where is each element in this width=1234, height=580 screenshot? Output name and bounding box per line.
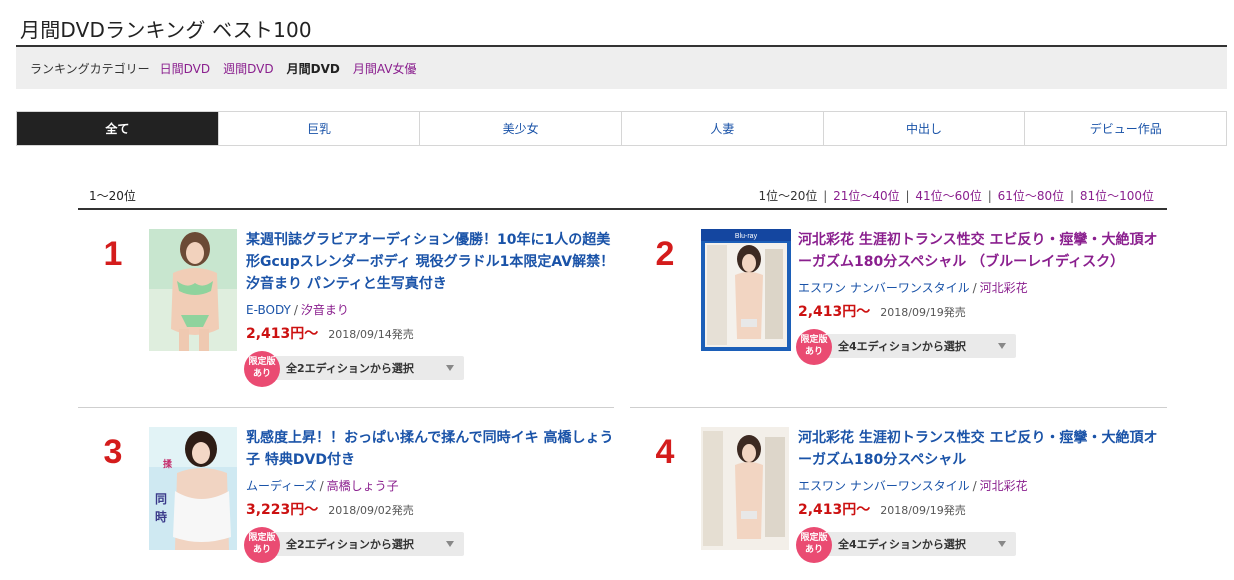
ranking-item-3: 3 揉 同 時 乳感度上昇！！おっぱい揉んで揉んで同時イキ 高橋しょう子 特典D… bbox=[78, 427, 618, 580]
rank-number: 3 bbox=[103, 433, 123, 471]
pager-separator: | bbox=[905, 189, 910, 203]
limited-edition-badge: 限定版 あり bbox=[244, 351, 280, 387]
release-date: 2018/09/19発売 bbox=[880, 306, 966, 319]
price: 2,413円〜 bbox=[798, 502, 871, 518]
maker-link[interactable]: エスワン ナンバーワンスタイル bbox=[798, 479, 970, 493]
limited-edition-badge: 限定版 あり bbox=[796, 527, 832, 563]
pager-separator: | bbox=[987, 189, 992, 203]
limited-edition-badge: 限定版 あり bbox=[796, 329, 832, 365]
ranking-item-4: 4 河北彩花 生涯初トランス性交 エビ反り・痙攣・大絶頂オーガズム180分スペシ… bbox=[630, 427, 1170, 580]
chevron-down-icon bbox=[446, 365, 454, 371]
rank-number: 4 bbox=[655, 433, 675, 471]
pager-21-40[interactable]: 21位〜40位 bbox=[833, 189, 900, 203]
svg-text:Blu-ray: Blu-ray bbox=[735, 233, 758, 240]
row-divider bbox=[78, 407, 614, 408]
current-range: 1〜20位 bbox=[89, 189, 136, 203]
price: 3,223円〜 bbox=[246, 502, 319, 518]
rank-number: 1 bbox=[103, 235, 123, 273]
release-date: 2018/09/02発売 bbox=[328, 504, 414, 517]
edition-select[interactable]: 全4エディションから選択 bbox=[816, 334, 1016, 358]
chevron-down-icon bbox=[446, 541, 454, 547]
tab-creampie[interactable]: 中出し bbox=[822, 112, 1025, 145]
tab-all[interactable]: 全て bbox=[17, 112, 218, 145]
pager-81-100[interactable]: 81位〜100位 bbox=[1080, 189, 1154, 203]
genre-tabs: 全て 巨乳 美少女 人妻 中出し デビュー作品 bbox=[16, 111, 1227, 146]
item-title-link[interactable]: 某週刊誌グラビアオーディション優勝！10年に1人の超美形Gcupスレンダーボディ… bbox=[246, 229, 618, 295]
rank-pager: 1位〜20位 | 21位〜40位 | 41位〜60位 | 61位〜80位 | 8… bbox=[758, 187, 1154, 204]
tab-married-woman[interactable]: 人妻 bbox=[621, 112, 823, 145]
pager-61-80[interactable]: 61位〜80位 bbox=[998, 189, 1065, 203]
category-monthly-actress[interactable]: 月間AV女優 bbox=[353, 60, 417, 77]
release-date: 2018/09/14発売 bbox=[328, 328, 414, 341]
maker-link[interactable]: ムーディーズ bbox=[246, 479, 317, 493]
chevron-down-icon bbox=[998, 343, 1006, 349]
price: 2,413円〜 bbox=[246, 326, 319, 342]
item-title-link[interactable]: 乳感度上昇！！おっぱい揉んで揉んで同時イキ 高橋しょう子 特典DVD付き bbox=[246, 427, 618, 471]
cover-image[interactable]: Blu-ray bbox=[701, 229, 791, 351]
rank-number: 2 bbox=[655, 235, 675, 273]
actress-link[interactable]: 河北彩花 bbox=[980, 281, 1028, 295]
tab-debut[interactable]: デビュー作品 bbox=[1024, 112, 1226, 145]
price: 2,413円〜 bbox=[798, 304, 871, 320]
ranking-item-1: 1 某週刊誌グラビアオーディション優勝！10年に1人の超美形Gcupスレンダーボ… bbox=[78, 229, 618, 409]
cover-image[interactable] bbox=[149, 229, 237, 351]
category-daily-dvd[interactable]: 日間DVD bbox=[160, 60, 210, 77]
maker-link[interactable]: エスワン ナンバーワンスタイル bbox=[798, 281, 970, 295]
category-weekly-dvd[interactable]: 週間DVD bbox=[223, 60, 273, 77]
limited-edition-badge: 限定版 あり bbox=[244, 527, 280, 563]
ranking-item-2: 2 Blu-ray 河北彩花 生涯初トランス性交 エビ反り・痙攣・大絶頂オーガズ… bbox=[630, 229, 1170, 409]
pager-1-20: 1位〜20位 bbox=[758, 189, 818, 203]
cover-image[interactable]: 揉 同 時 bbox=[149, 427, 237, 550]
actress-link[interactable]: 河北彩花 bbox=[980, 479, 1028, 493]
tab-beautiful-girl[interactable]: 美少女 bbox=[419, 112, 621, 145]
pager-separator: | bbox=[1069, 189, 1074, 203]
actress-link[interactable]: 高橋しょう子 bbox=[327, 479, 399, 493]
pager-separator: | bbox=[823, 189, 828, 203]
tab-big-breasts[interactable]: 巨乳 bbox=[217, 112, 420, 145]
category-label: ランキングカテゴリー bbox=[30, 61, 150, 76]
svg-text:同: 同 bbox=[155, 492, 167, 506]
row-divider bbox=[630, 407, 1167, 408]
svg-text:時: 時 bbox=[155, 509, 167, 524]
actress-link[interactable]: 汐音まり bbox=[301, 303, 349, 317]
list-divider bbox=[78, 208, 1167, 210]
chevron-down-icon bbox=[998, 541, 1006, 547]
svg-text:揉: 揉 bbox=[163, 458, 173, 470]
release-date: 2018/09/19発売 bbox=[880, 504, 966, 517]
edition-select[interactable]: 全2エディションから選択 bbox=[264, 532, 464, 556]
category-bar: ランキングカテゴリー 日間DVD 週間DVD 月間DVD 月間AV女優 bbox=[16, 47, 1227, 89]
maker-link[interactable]: E-BODY bbox=[246, 303, 291, 317]
edition-select[interactable]: 全2エディションから選択 bbox=[264, 356, 464, 380]
item-title-link[interactable]: 河北彩花 生涯初トランス性交 エビ反り・痙攣・大絶頂オーガズム180分スペシャル… bbox=[798, 229, 1170, 273]
page-title: 月間DVDランキング ベスト100 bbox=[20, 18, 312, 42]
pager-41-60[interactable]: 41位〜60位 bbox=[915, 189, 982, 203]
item-title-link[interactable]: 河北彩花 生涯初トランス性交 エビ反り・痙攣・大絶頂オーガズム180分スペシャル bbox=[798, 427, 1170, 471]
category-monthly-dvd: 月間DVD bbox=[286, 61, 340, 76]
edition-select[interactable]: 全4エディションから選択 bbox=[816, 532, 1016, 556]
cover-image[interactable] bbox=[701, 427, 789, 550]
